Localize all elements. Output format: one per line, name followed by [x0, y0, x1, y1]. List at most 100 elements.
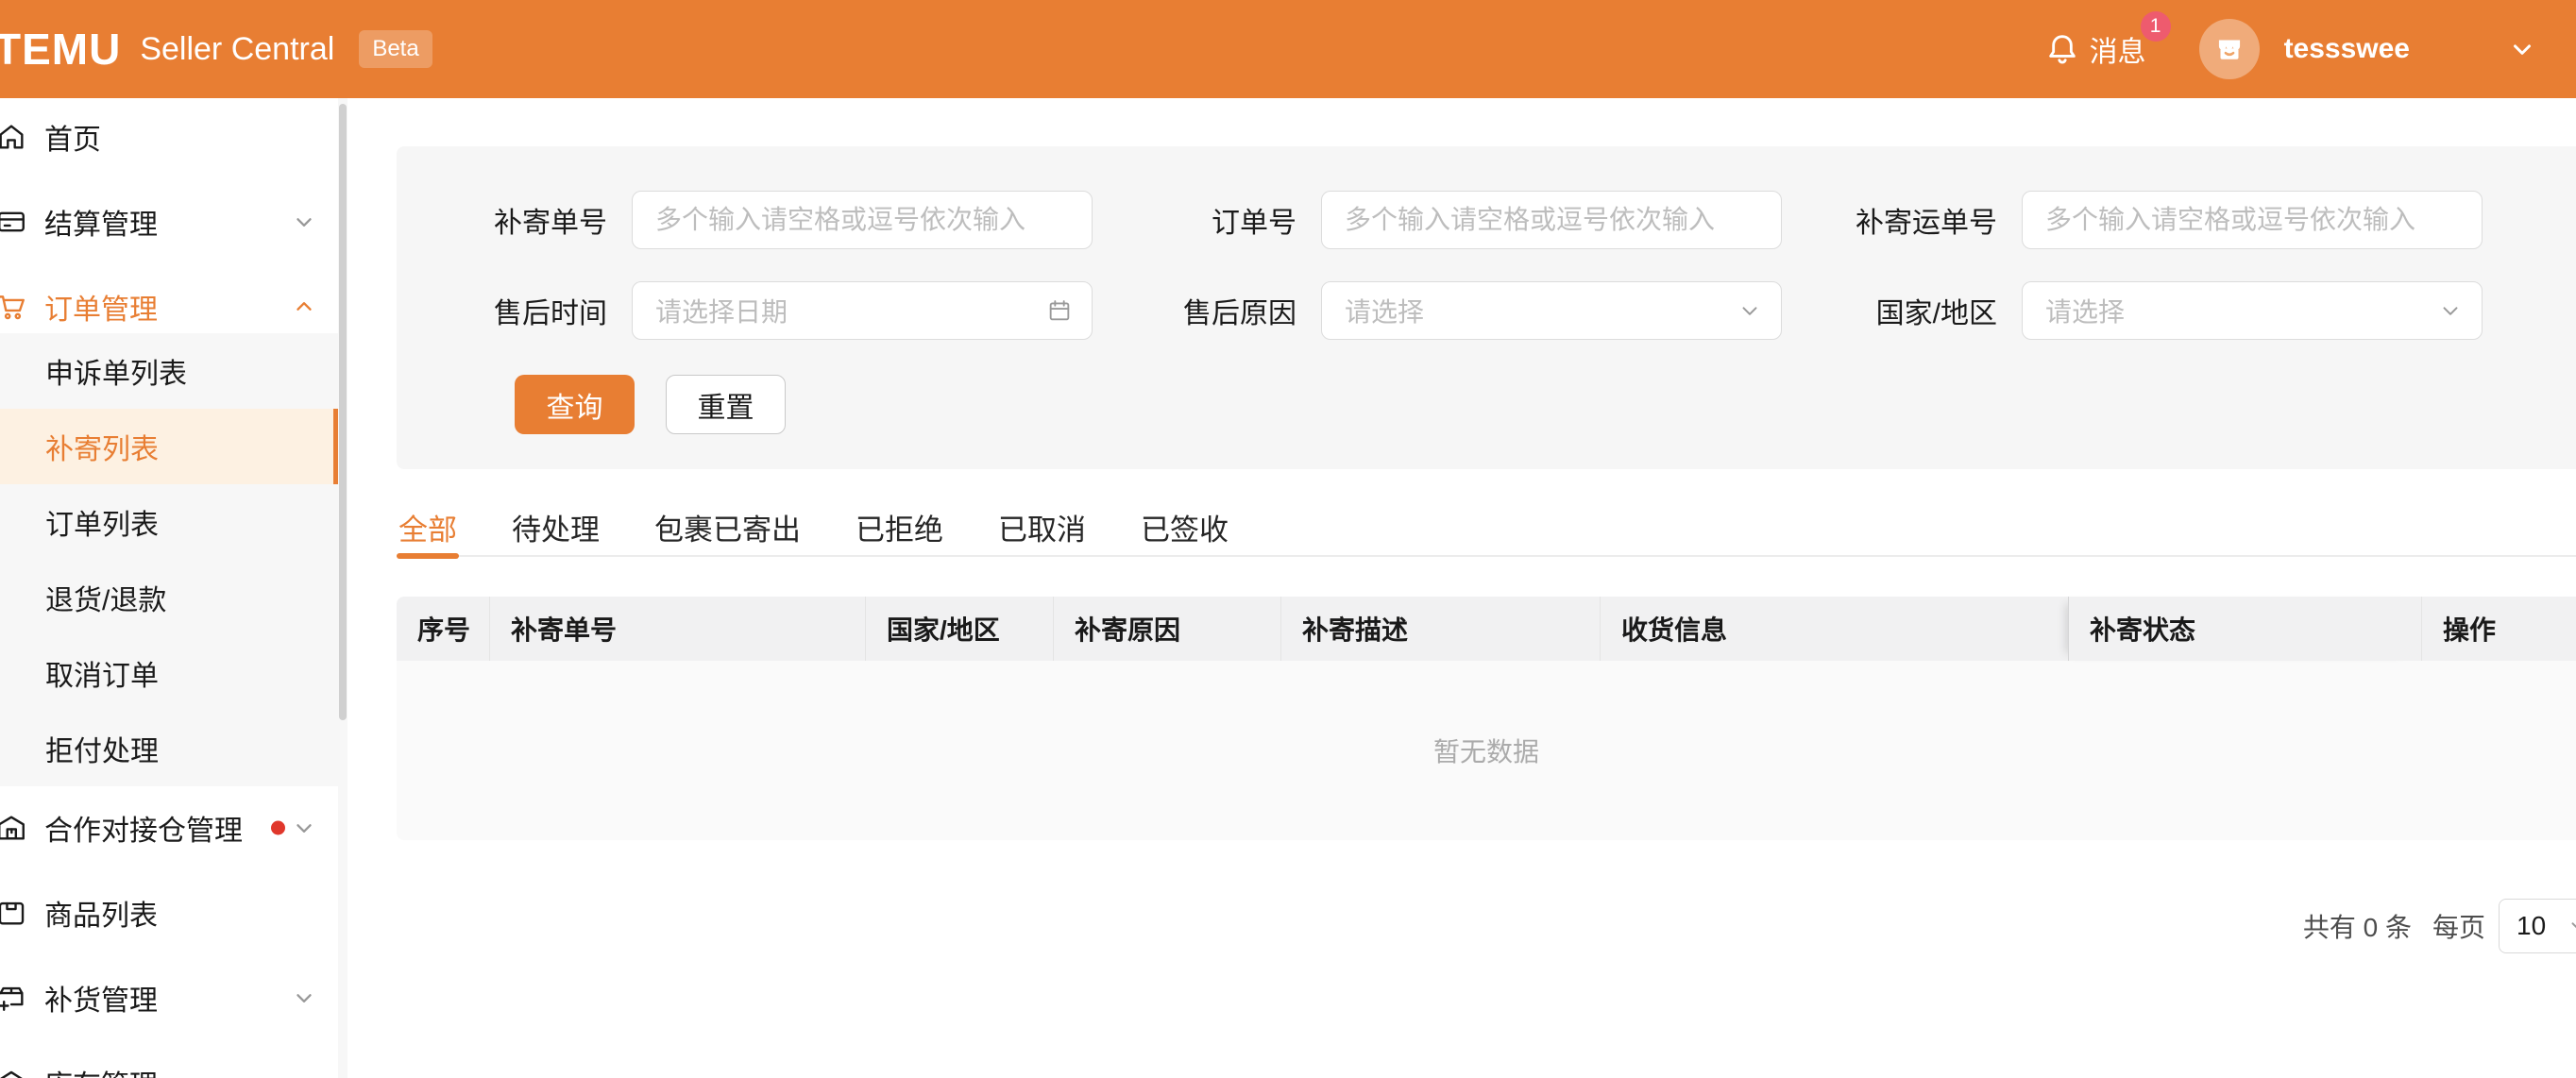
notification-dot: [271, 821, 285, 835]
select-placeholder: 请选择: [1345, 292, 1424, 329]
reset-button[interactable]: 重置: [666, 375, 786, 434]
sidebar-scrollbar-track: [338, 98, 347, 1078]
chevron-up-icon: [292, 295, 316, 319]
field-label: 售后时间: [397, 290, 607, 331]
sidebar-item-label: 商品列表: [44, 892, 158, 934]
field-label: 国家/地区: [1782, 290, 1997, 331]
filter-actions: 查询 重置: [515, 375, 2576, 434]
total-count-text: 共有 0 条: [2303, 907, 2412, 945]
chevron-down-icon: [2567, 914, 2576, 938]
after-sale-date-picker[interactable]: 请选择日期: [632, 281, 1093, 340]
sidebar-nav: 首页 结算管理: [0, 98, 347, 1078]
chevron-down-icon: [292, 210, 316, 234]
sidebar-item-home[interactable]: 首页: [0, 110, 347, 163]
sidebar-subitem-chargeback[interactable]: 拒付处理: [0, 711, 347, 786]
sidebar: 首页 结算管理: [0, 98, 347, 1078]
main-content: 补寄单号 订单号 补寄运单号 售后时间: [347, 98, 2576, 1078]
sidebar-item-orders[interactable]: 订单管理: [0, 280, 347, 333]
product-name: Seller Central: [140, 31, 334, 68]
tab-pending[interactable]: 待处理: [510, 510, 602, 555]
replenish-box-icon: [0, 982, 27, 1014]
sidebar-item-partner-warehouse[interactable]: 合作对接仓管理: [0, 801, 347, 854]
tab-package-sent[interactable]: 包裹已寄出: [652, 510, 803, 555]
chevron-down-icon: [1737, 298, 1762, 323]
field-after-sale-reason: 售后原因 请选择: [1093, 281, 1782, 340]
top-header: TEMU Seller Central Beta 消息 1: [0, 0, 2576, 98]
filter-row-1: 补寄单号 订单号 补寄运单号: [397, 191, 2576, 249]
sidebar-item-label: 库存管理: [44, 1062, 158, 1078]
col-resend-description: 补寄描述: [1280, 597, 1600, 661]
header-actions: 消息 1 tessswee: [2044, 19, 2536, 79]
status-tabs: 全部 待处理 包裹已寄出 已拒绝 已取消 已签收: [397, 510, 2576, 557]
calendar-icon: [1046, 297, 1073, 324]
billing-icon: [0, 206, 27, 238]
avatar[interactable]: [2199, 19, 2260, 79]
sidebar-item-inventory[interactable]: 库存管理: [0, 1056, 347, 1078]
field-label: 售后原因: [1093, 290, 1296, 331]
chevron-down-icon: [2438, 298, 2463, 323]
col-resend-status: 补寄状态: [2068, 597, 2421, 661]
chevron-down-icon: [292, 1070, 316, 1078]
field-resend-tracking-no: 补寄运单号: [1782, 191, 2483, 249]
filter-row-2: 售后时间 请选择日期 售后原因: [397, 281, 2576, 340]
temu-logo: TEMU: [0, 24, 121, 75]
search-button[interactable]: 查询: [515, 375, 635, 434]
subitem-label: 订单列表: [45, 501, 159, 543]
home-icon: [0, 121, 27, 153]
products-box-icon: [0, 897, 27, 929]
sidebar-subitem-appeal-list[interactable]: 申诉单列表: [0, 333, 347, 409]
sidebar-subitem-resend-list[interactable]: 补寄列表: [0, 409, 347, 484]
sidebar-subitem-cancel-orders[interactable]: 取消订单: [0, 635, 347, 711]
page-size-select[interactable]: 10: [2499, 899, 2576, 953]
pagination: 共有 0 条 每页 10: [2303, 899, 2576, 953]
messages-label: 消息: [2090, 28, 2146, 70]
col-country-region: 国家/地区: [865, 597, 1053, 661]
empty-state-text: 暂无数据: [1433, 732, 1539, 769]
field-label: 补寄单号: [397, 199, 607, 241]
chevron-down-icon: [292, 816, 316, 840]
field-country-region: 国家/地区 请选择: [1782, 281, 2483, 340]
sidebar-item-label: 补货管理: [44, 977, 158, 1019]
subitem-label: 申诉单列表: [45, 350, 187, 392]
sidebar-item-label: 合作对接仓管理: [44, 807, 243, 849]
messages-count-badge: 1: [2141, 11, 2171, 42]
sidebar-item-label: 订单管理: [44, 286, 158, 328]
seller-central-app: TEMU Seller Central Beta 消息 1: [0, 0, 2576, 1078]
resend-tracking-no-input[interactable]: [2022, 191, 2483, 249]
chevron-down-icon: [292, 985, 316, 1010]
sidebar-item-label: 首页: [44, 116, 101, 158]
select-placeholder: 请选择: [2045, 292, 2125, 329]
tab-rejected[interactable]: 已拒绝: [854, 510, 945, 555]
col-resend-order-no: 补寄单号: [489, 597, 865, 661]
resend-order-no-input[interactable]: [632, 191, 1093, 249]
col-actions: 操作: [2421, 597, 2576, 661]
storefront-icon: [2212, 31, 2247, 67]
sidebar-item-settlement[interactable]: 结算管理: [0, 195, 347, 248]
resend-table: 序号 补寄单号 国家/地区 补寄原因 补寄描述 收货信息 补寄状态 操作 暂无数…: [397, 597, 2576, 840]
sidebar-subitem-returns-refunds[interactable]: 退货/退款: [0, 560, 347, 635]
col-resend-reason: 补寄原因: [1053, 597, 1280, 661]
sidebar-subitem-order-list[interactable]: 订单列表: [0, 484, 347, 560]
col-receiving-info: 收货信息: [1600, 597, 2068, 661]
messages-button[interactable]: 消息 1: [2044, 28, 2146, 70]
tab-signed[interactable]: 已签收: [1139, 510, 1230, 555]
field-after-sale-time: 售后时间 请选择日期: [397, 281, 1093, 340]
tab-cancelled[interactable]: 已取消: [996, 510, 1088, 555]
account-chevron-down-icon[interactable]: [2508, 35, 2536, 63]
inventory-warehouse-icon: [0, 1067, 27, 1078]
username[interactable]: tessswee: [2284, 33, 2410, 65]
date-placeholder: 请选择日期: [655, 292, 788, 329]
table-header-row: 序号 补寄单号 国家/地区 补寄原因 补寄描述 收货信息 补寄状态 操作: [397, 597, 2576, 661]
sidebar-item-products[interactable]: 商品列表: [0, 886, 347, 939]
beta-badge: Beta: [359, 30, 432, 68]
sidebar-scrollbar-thumb[interactable]: [339, 104, 347, 720]
per-page-label: 每页: [2432, 907, 2485, 945]
after-sale-reason-select[interactable]: 请选择: [1321, 281, 1782, 340]
country-region-select[interactable]: 请选择: [2022, 281, 2483, 340]
empty-state: 暂无数据: [397, 661, 2576, 840]
tab-all[interactable]: 全部: [397, 510, 459, 555]
order-no-input[interactable]: [1321, 191, 1782, 249]
sidebar-item-replenishment[interactable]: 补货管理: [0, 971, 347, 1024]
subitem-label: 拒付处理: [45, 728, 159, 769]
subitem-label: 补寄列表: [45, 426, 159, 467]
